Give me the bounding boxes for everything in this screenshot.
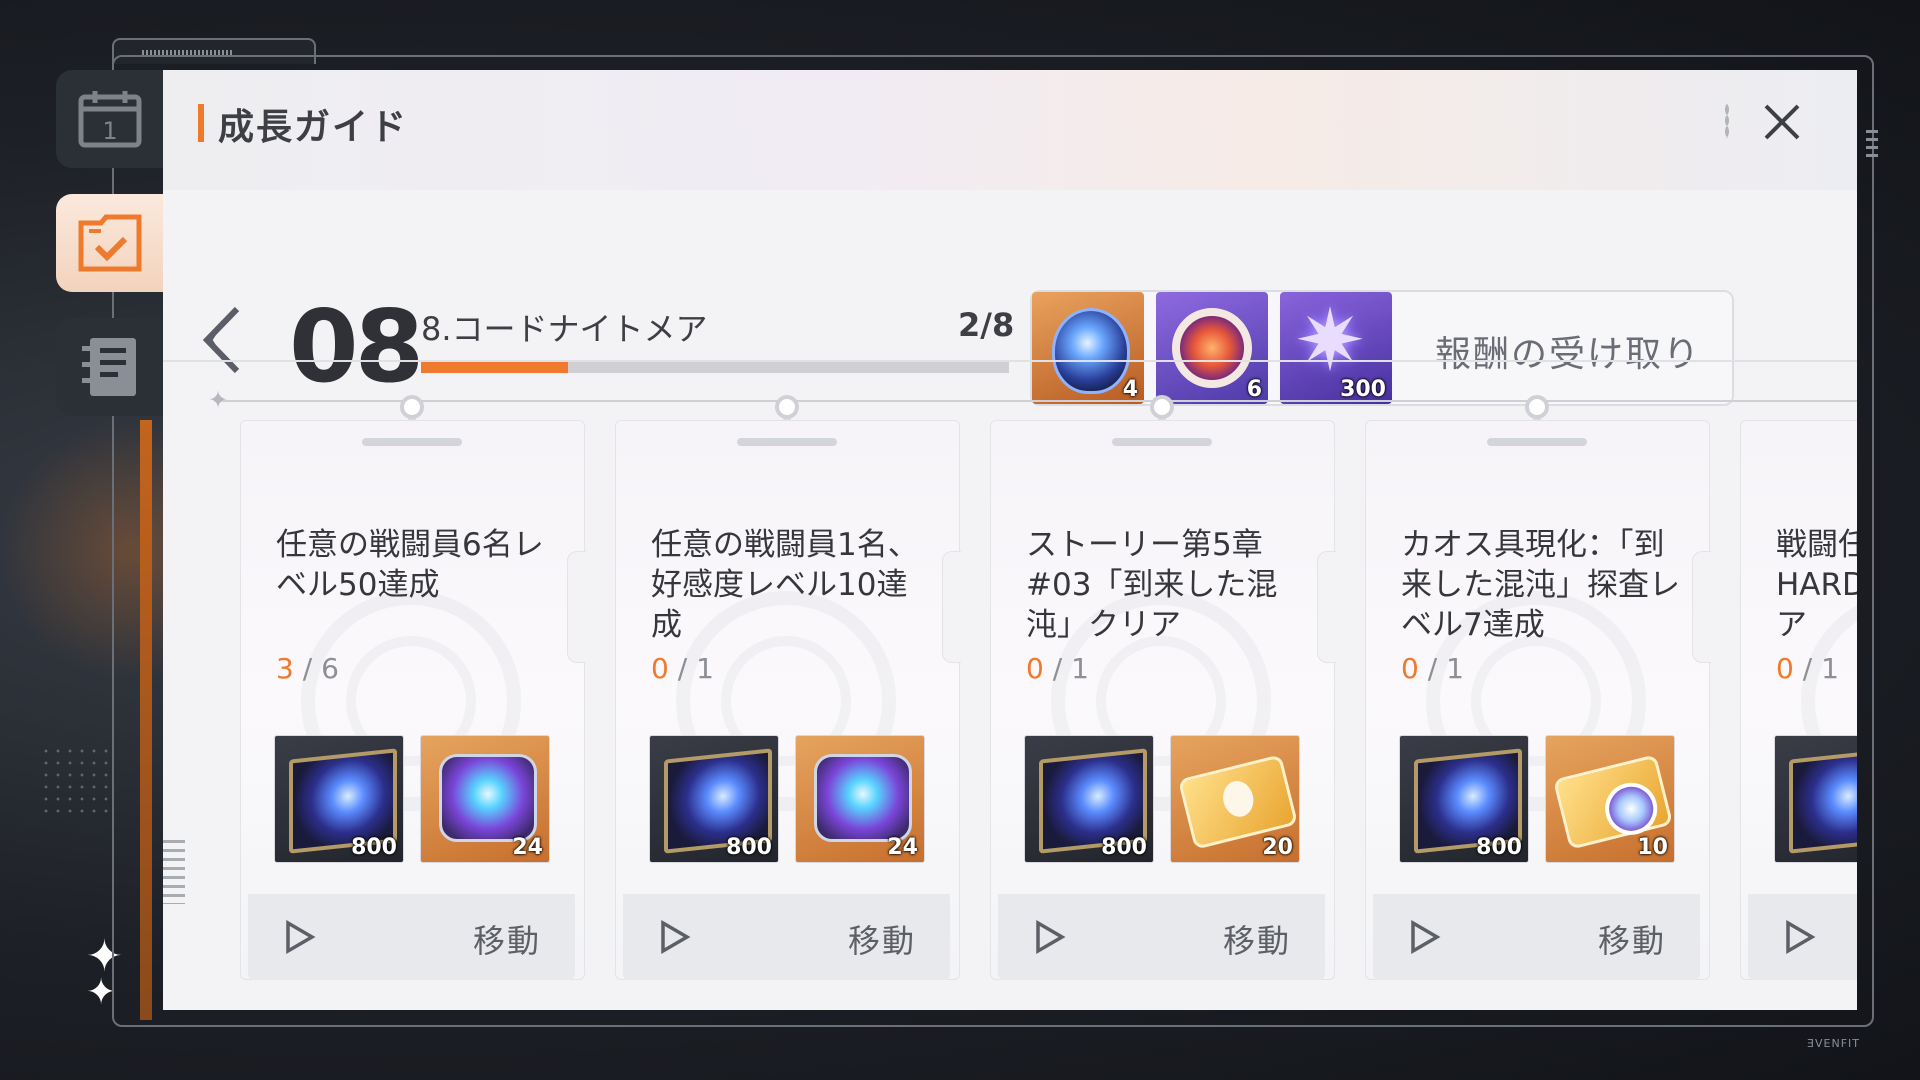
mission-footer: 移動	[998, 894, 1325, 980]
claim-rewards-button[interactable]: 報酬の受け取り	[1435, 325, 1701, 377]
reward-item[interactable]: 800	[649, 735, 779, 863]
chevron-left-icon[interactable]	[197, 305, 245, 375]
mission-title: 任意の戦闘員6名レベル50達成	[276, 527, 544, 603]
checklist-tab[interactable]	[56, 194, 164, 292]
energy-chest-icon	[439, 754, 537, 842]
chapter-reward-crystal[interactable]: ✷ 300	[1280, 292, 1392, 404]
mission-title: ストーリー第5章#03「到来した混沌」クリア	[1026, 527, 1278, 643]
mission-card: 任意の戦闘員6名レベル50達成 3 / 6 800 24 移動	[240, 395, 586, 980]
reward-count: 300	[1340, 377, 1386, 402]
go-button[interactable]: 移動	[473, 916, 541, 962]
play-icon[interactable]	[284, 919, 316, 955]
grip-decoration	[163, 840, 185, 904]
chapter-row: 08 8.コードナイトメア 2/8 4 6 ✷ 300 報酬の受け取り	[163, 220, 1857, 406]
dot-grid-decoration	[40, 745, 110, 815]
drag-handle-icon	[1725, 104, 1729, 138]
calendar-tab[interactable]: 1	[56, 70, 164, 168]
chapter-number: 08	[289, 288, 424, 405]
reward-item[interactable]: 800	[1399, 735, 1529, 863]
mission-footer: 移動	[623, 894, 950, 980]
grip-decoration	[1866, 130, 1878, 160]
card-pin	[775, 395, 799, 419]
growth-guide-panel: 成長ガイド 08 8.コードナイトメア 2/8 4 6 ✷ 300 報酬の受け取…	[163, 70, 1857, 1010]
card-pin	[400, 395, 424, 419]
mission-card: カオス具現化：「到来した混沌」探査レベル7達成 0 / 1 800 10 移動	[1365, 395, 1711, 980]
notes-icon	[82, 338, 136, 396]
reward-item[interactable]: 800	[274, 735, 404, 863]
mission-card: ストーリー第5章#03「到来した混沌」クリア 0 / 1 800 20 移動	[990, 395, 1336, 980]
chapter-reward-ring[interactable]: 6	[1156, 292, 1268, 404]
mission-progress: 0 / 1	[1401, 652, 1464, 685]
chapter-name: 8.コードナイトメア	[421, 310, 708, 348]
card-pin	[1525, 395, 1549, 419]
divider	[163, 360, 1857, 362]
mission-footer: 移動	[248, 894, 575, 980]
title-accent	[198, 104, 204, 142]
chapter-progress-text: 2/8	[958, 306, 1015, 344]
mission-card: 任意の戦闘員1名、好感度レベル10達成 0 / 1 800 24 移動	[615, 395, 961, 980]
mission-title: 任意の戦闘員1名、好感度レベル10達成	[651, 527, 919, 643]
play-icon[interactable]	[1409, 919, 1441, 955]
mission-title: 戦闘任 HARD ア	[1776, 527, 1857, 643]
blue-orb-icon	[1052, 308, 1130, 394]
go-button[interactable]: 移動	[1223, 916, 1291, 962]
chapter-reward-orb[interactable]: 4	[1032, 292, 1144, 404]
mission-footer: 移動	[1373, 894, 1700, 980]
mission-card-partial: 戦闘任HARDア 0 / 1 8	[1740, 420, 1857, 980]
page-title: 成長ガイド	[218, 107, 409, 148]
mission-progress: 3 / 6	[276, 652, 339, 685]
mission-progress: 0 / 1	[1776, 652, 1839, 685]
fire-ring-icon	[1172, 308, 1252, 388]
mission-track	[218, 400, 1857, 402]
play-icon[interactable]	[1034, 919, 1066, 955]
brand-logo: ƎVENFIT	[1807, 1037, 1860, 1050]
close-icon[interactable]	[1752, 92, 1812, 152]
play-icon[interactable]	[659, 919, 691, 955]
reward-item[interactable]: 20	[1170, 735, 1300, 863]
reward-item[interactable]: 8	[1774, 735, 1857, 863]
calendar-icon: 1	[78, 91, 142, 148]
energy-chest-icon	[814, 754, 912, 842]
mission-footer	[1748, 894, 1857, 980]
go-button[interactable]: 移動	[848, 916, 916, 962]
mission-title: カオス具現化：「到来した混沌」探査レベル7達成	[1401, 527, 1680, 643]
reward-item[interactable]: 800	[1024, 735, 1154, 863]
panel-header: 成長ガイド	[163, 70, 1857, 190]
reward-item[interactable]: 24	[420, 735, 550, 863]
track-star-icon: ✦	[208, 386, 229, 414]
reward-count: 4	[1122, 377, 1138, 402]
purple-crystal-icon: ✷	[1294, 292, 1367, 391]
side-rail	[140, 420, 152, 1020]
mission-progress: 0 / 1	[651, 652, 714, 685]
mission-progress: 0 / 1	[1026, 652, 1089, 685]
reward-item[interactable]: 10	[1545, 735, 1675, 863]
card-pin	[1150, 395, 1174, 419]
checklist-icon	[78, 214, 142, 272]
calendar-day: 1	[102, 117, 117, 145]
play-icon[interactable]	[1784, 919, 1816, 955]
reward-item[interactable]: 24	[795, 735, 925, 863]
notes-tab[interactable]	[56, 318, 164, 416]
reward-count: 6	[1246, 377, 1262, 402]
go-button[interactable]: 移動	[1598, 916, 1666, 962]
star-book-icon	[1789, 748, 1857, 854]
